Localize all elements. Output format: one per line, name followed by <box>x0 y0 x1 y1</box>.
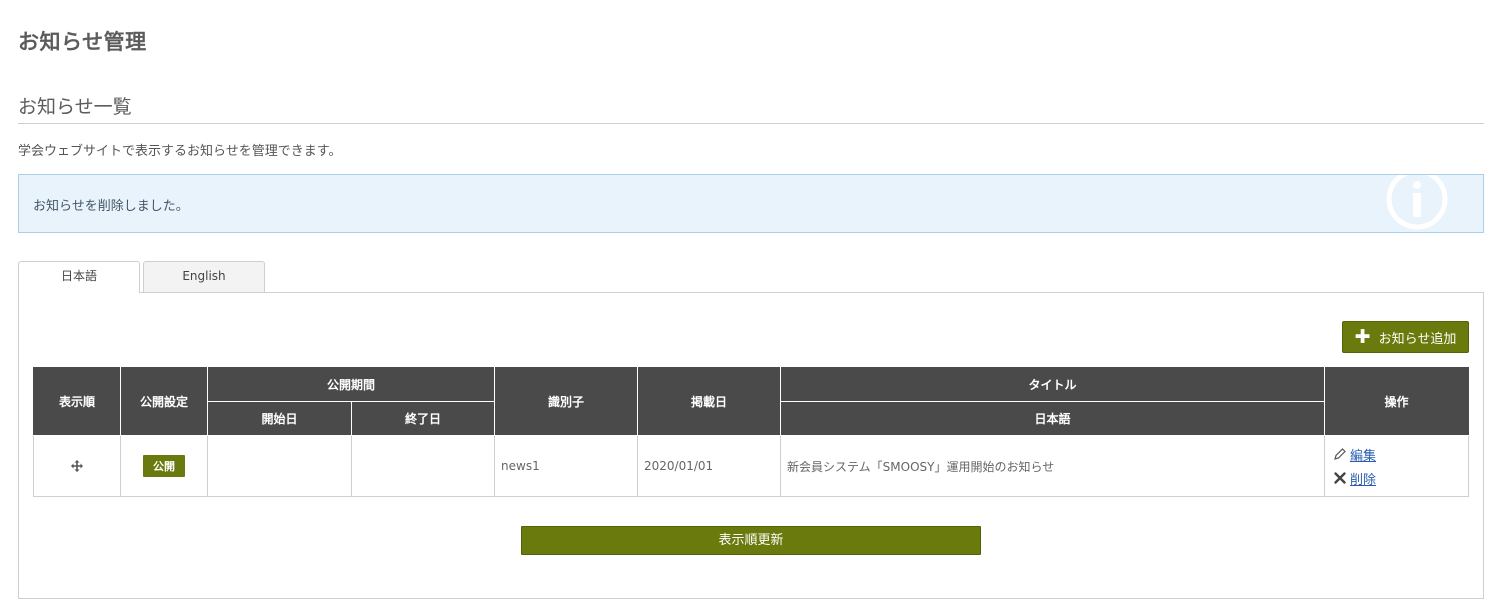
delete-link[interactable]: 削除 <box>1350 469 1376 488</box>
add-news-button[interactable]: ✚ お知らせ追加 <box>1342 321 1469 353</box>
page-title: お知らせ管理 <box>18 30 147 54</box>
section-divider <box>18 123 1484 124</box>
pencil-icon <box>1334 448 1346 460</box>
header-order: 表示順 <box>33 367 121 436</box>
drag-handle-cell[interactable] <box>33 435 121 497</box>
header-operations: 操作 <box>1324 367 1470 436</box>
title-cell: 新会員システム「SMOOSY」運用開始のお知らせ <box>780 435 1326 497</box>
header-identifier: 識別子 <box>494 367 639 436</box>
update-order-button[interactable]: 表示順更新 <box>521 526 981 555</box>
info-alert: お知らせを削除しました。 <box>18 174 1484 233</box>
header-publish-setting: 公開設定 <box>120 367 208 436</box>
tab-japanese[interactable]: 日本語 <box>18 261 140 293</box>
alert-message: お知らせを削除しました。 <box>33 199 189 214</box>
operations-cell: 編集 削除 <box>1324 435 1470 497</box>
info-icon <box>1386 175 1448 230</box>
header-publish-period: 公開期間 <box>206 367 496 402</box>
header-start-date: 開始日 <box>207 401 352 436</box>
news-table: 表示順 公開設定 公開期間 識別子 掲載日 タイトル 操作 開始日 終了日 日本… <box>33 367 1470 497</box>
edit-action: 編集 <box>1333 442 1462 466</box>
header-posted-date: 掲載日 <box>637 367 782 436</box>
header-title: タイトル <box>780 367 1326 402</box>
posted-date-cell: 2020/01/01 <box>637 435 782 497</box>
plus-icon: ✚ <box>1354 325 1371 348</box>
header-end-date: 終了日 <box>350 401 496 436</box>
end-date-cell <box>350 435 496 497</box>
page-description: 学会ウェブサイトで表示するお知らせを管理できます。 <box>18 144 342 159</box>
table-row: 公開 news1 2020/01/01 新会員システム「SMOOSY」運用開始の… <box>33 435 1470 497</box>
status-badge: 公開 <box>143 455 185 477</box>
delete-action: 削除 <box>1333 466 1462 490</box>
section-title: お知らせ一覧 <box>18 96 132 118</box>
start-date-cell <box>207 435 352 497</box>
close-icon <box>1334 472 1346 484</box>
tab-english[interactable]: English <box>143 261 265 292</box>
move-icon[interactable] <box>71 460 83 472</box>
status-cell: 公開 <box>120 435 208 497</box>
identifier-cell: news1 <box>494 435 639 497</box>
header-title-japanese: 日本語 <box>780 401 1326 436</box>
edit-link[interactable]: 編集 <box>1350 445 1376 464</box>
add-news-label: お知らせ追加 <box>1378 331 1457 347</box>
